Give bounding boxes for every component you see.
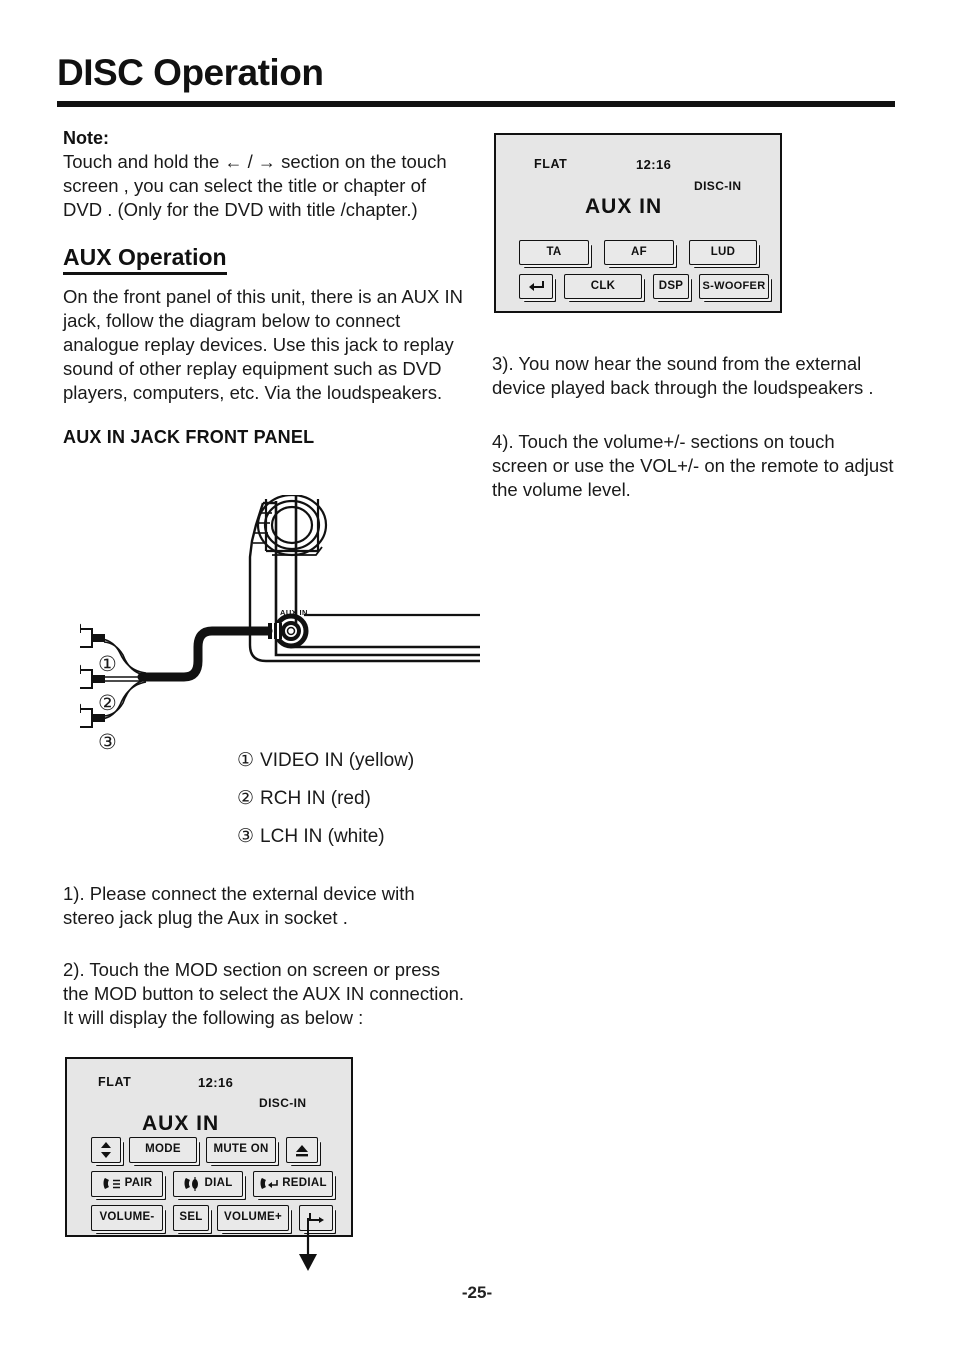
note-line1-prefix: Touch and hold the — [63, 151, 220, 172]
callout-number-3: ③ — [98, 731, 117, 754]
key-volume-up[interactable]: VOLUME+ — [217, 1205, 289, 1231]
right-column: 3). You now hear the sound from the exte… — [492, 352, 895, 502]
eq-label: FLAT — [534, 157, 568, 171]
enter-arrow-icon — [527, 280, 545, 294]
legend-text-3: LCH IN (white) — [260, 826, 385, 847]
key-return[interactable] — [299, 1205, 333, 1231]
key-redial[interactable]: REDIAL — [253, 1171, 333, 1197]
key-ta[interactable]: TA — [519, 240, 589, 265]
key-dial[interactable]: DIAL — [173, 1171, 243, 1197]
key-clk[interactable]: CLK — [564, 274, 642, 299]
phone-pair-icon — [102, 1177, 122, 1191]
note-arrow-separator: / — [247, 151, 253, 172]
legend-item-video-in: ① VIDEO IN (yellow) — [237, 742, 497, 780]
source-label: DISC-IN — [694, 179, 742, 193]
step-1-text: 1). Please connect the external device w… — [63, 883, 415, 928]
callout-number-2: ② — [98, 692, 117, 715]
key-eject[interactable] — [286, 1137, 318, 1163]
clock-label: 12:16 — [198, 1075, 234, 1090]
aux-wiring-diagram: AUX IN — [58, 493, 480, 775]
right-arrow-icon: → — [257, 152, 276, 172]
page-number: -25- — [461, 1283, 493, 1302]
pointer-arrow-icon — [297, 1234, 319, 1272]
key-volume-down[interactable]: VOLUME- — [91, 1205, 163, 1231]
note-body: Touch and hold the ← / → section on the … — [63, 150, 468, 222]
legend-number-2: ② — [237, 788, 255, 809]
top-touchscreen-display[interactable]: FLAT 12:16 DISC-IN AUX IN TA AF LUD CLK … — [494, 133, 782, 313]
key-mute-on[interactable]: MUTE ON — [206, 1137, 276, 1163]
key-s-woofer[interactable]: S-WOOFER — [699, 274, 769, 299]
key-dsp[interactable]: DSP — [653, 274, 689, 299]
legend-number-3: ③ — [237, 826, 255, 847]
note-label: Note: — [63, 128, 109, 148]
return-arrow-icon — [307, 1211, 325, 1225]
key-pair[interactable]: PAIR — [91, 1171, 163, 1197]
step-4-text: 4). Touch the volume+/- sections on touc… — [492, 431, 894, 500]
rca-plug-1 — [60, 617, 105, 648]
aux-in-jack-front-panel-subheading: AUX IN JACK FRONT PANEL — [63, 427, 315, 447]
diagram-legend: ① VIDEO IN (yellow) ② RCH IN (red) ③ LCH IN… — [237, 742, 497, 856]
aux-operation-paragraph: On the front panel of this unit, there i… — [63, 286, 464, 403]
left-arrow-icon: ← — [224, 152, 243, 172]
aux-operation-heading: AUX Operation — [63, 244, 227, 275]
pointer-leader-line — [307, 1218, 309, 1238]
wiring-diagram-svg: AUX IN — [58, 493, 480, 728]
phone-dial-icon — [183, 1177, 201, 1191]
key-lud[interactable]: LUD — [689, 240, 757, 265]
up-down-arrows-icon — [100, 1141, 112, 1159]
key-mode[interactable]: MODE — [129, 1137, 197, 1163]
clock-label: 12:16 — [636, 157, 672, 172]
key-scroll-updown[interactable] — [91, 1137, 121, 1163]
mode-label: AUX IN — [585, 195, 663, 218]
title-underline-rule — [57, 101, 895, 107]
source-label: DISC-IN — [259, 1096, 307, 1110]
key-enter[interactable] — [519, 274, 553, 299]
legend-item-lch-in: ③ LCH IN (white) — [237, 818, 497, 856]
callout-number-1: ① — [98, 653, 117, 676]
key-sel[interactable]: SEL — [173, 1205, 209, 1231]
eq-label: FLAT — [98, 1075, 132, 1089]
step-3-text: 3). You now hear the sound from the exte… — [492, 353, 874, 398]
note-line1-suffix: section on — [281, 151, 366, 172]
legend-text-2: RCH IN (red) — [260, 788, 371, 809]
step-2-text: 2). Touch the MOD section on screen or p… — [63, 959, 465, 1028]
bottom-touchscreen-display[interactable]: FLAT 12:16 DISC-IN AUX IN MODE MUTE ON P… — [65, 1057, 353, 1237]
page-title: DISC Operation — [57, 52, 324, 93]
mode-label: AUX IN — [142, 1112, 220, 1135]
phone-redial-icon — [259, 1177, 279, 1191]
legend-number-1: ① — [237, 750, 255, 771]
left-steps: 1). Please connect the external device w… — [63, 882, 468, 1030]
legend-text-1: VIDEO IN (yellow) — [260, 750, 415, 771]
legend-item-rch-in: ② RCH IN (red) — [237, 780, 497, 818]
eject-icon — [295, 1144, 309, 1157]
left-column: Note: Touch and hold the ← / → section o… — [63, 126, 468, 448]
key-af[interactable]: AF — [604, 240, 674, 265]
